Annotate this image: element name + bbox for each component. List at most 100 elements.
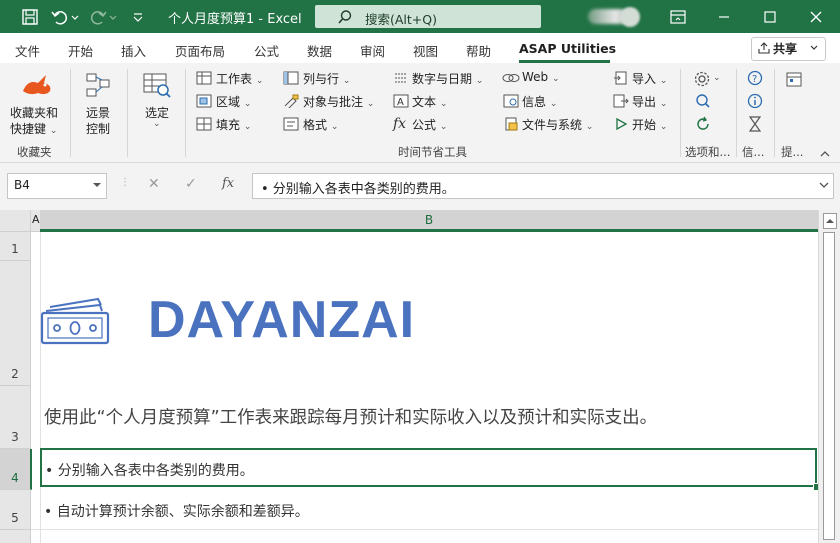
- tab-home[interactable]: 开始: [68, 41, 93, 60]
- chevron-down-icon: ⌄: [713, 73, 721, 83]
- information-icon[interactable]: [747, 93, 763, 109]
- refresh-icon[interactable]: [695, 116, 711, 132]
- more-options-icon[interactable]: ⋮: [120, 177, 130, 188]
- select-all-corner[interactable]: [0, 210, 31, 232]
- play-icon: [614, 117, 628, 131]
- group-separator: [127, 69, 128, 157]
- favorites-label-2[interactable]: 快捷键 ⌄: [10, 120, 57, 137]
- column-header-b[interactable]: B: [40, 210, 818, 232]
- chevron-down-icon: [809, 43, 819, 53]
- remote-control-icon[interactable]: [84, 71, 112, 99]
- group-separator: [185, 69, 186, 157]
- ribbon-fill[interactable]: 填充 ⌄: [216, 116, 251, 133]
- ribbon-file-system[interactable]: 文件与系统 ⌄: [522, 116, 593, 133]
- ribbon-worksheet[interactable]: 工作表 ⌄: [216, 70, 263, 87]
- ribbon-tabs: 文件 开始 插入 页面布局 公式 数据 审阅 视图 帮助 ASAP Utilit…: [0, 33, 840, 63]
- formula-icon: fx: [393, 116, 407, 132]
- undo-icon[interactable]: [50, 7, 70, 27]
- insert-function-icon[interactable]: fx: [222, 176, 234, 191]
- group-info: 信...: [742, 145, 765, 159]
- cell-b5-text[interactable]: • 自动计算预计余额、实际余额和差额异。: [44, 501, 309, 521]
- ribbon-info[interactable]: 信息 ⌄: [522, 93, 557, 110]
- collapse-ribbon-icon[interactable]: [818, 149, 832, 159]
- chevron-down-icon[interactable]: [92, 180, 102, 190]
- tab-review[interactable]: 审阅: [360, 41, 385, 60]
- remote-label-1[interactable]: 远景: [86, 104, 110, 121]
- gear-icon[interactable]: [693, 70, 711, 88]
- columns-rows-icon: [283, 71, 299, 85]
- tab-help[interactable]: 帮助: [466, 41, 491, 60]
- redo-dropdown-icon[interactable]: [108, 7, 118, 27]
- name-box[interactable]: B4: [7, 173, 107, 199]
- hourglass-icon[interactable]: [748, 116, 762, 132]
- favorites-icon[interactable]: [20, 71, 54, 99]
- avatar[interactable]: [620, 7, 640, 27]
- ribbon-text[interactable]: 文本 ⌄: [412, 93, 447, 110]
- ribbon-format[interactable]: 格式 ⌄: [303, 116, 338, 133]
- vertical-scrollbar[interactable]: [818, 210, 840, 543]
- tab-insert[interactable]: 插入: [121, 41, 146, 60]
- worksheet-icon: [196, 71, 212, 85]
- remote-label-2[interactable]: 控制: [86, 120, 110, 137]
- file-system-icon: [503, 117, 519, 131]
- format-icon: [283, 117, 299, 131]
- enter-icon[interactable]: ✓: [185, 176, 197, 192]
- row-header-3[interactable]: 3: [0, 386, 31, 449]
- ribbon-start[interactable]: 开始 ⌄: [632, 116, 667, 133]
- row-header-1[interactable]: 1: [0, 232, 31, 261]
- row-header-2[interactable]: 2: [0, 261, 31, 386]
- svg-text:?: ?: [752, 74, 757, 85]
- favorites-label-1[interactable]: 收藏夹和: [10, 104, 58, 121]
- ribbon-columns-rows[interactable]: 列与行 ⌄: [303, 70, 350, 87]
- column-headers: A B: [0, 210, 840, 232]
- ribbon-display-icon[interactable]: [668, 7, 688, 27]
- numbers-dates-icon: [393, 71, 409, 85]
- tab-data[interactable]: 数据: [307, 41, 332, 60]
- group-separator: [736, 69, 737, 157]
- search-icon: [337, 9, 353, 25]
- group-tips: 提...: [781, 145, 804, 159]
- sheet-description[interactable]: 使用此“个人月度预算”工作表来跟踪每月预计和实际收入以及预计和实际支出。: [44, 404, 657, 429]
- ribbon-objects-comments[interactable]: 对象与批注 ⌄: [303, 93, 374, 110]
- column-a-cells[interactable]: [31, 232, 41, 543]
- tab-formulas[interactable]: 公式: [254, 41, 279, 60]
- calendar-icon[interactable]: [785, 70, 803, 88]
- tab-view[interactable]: 视图: [413, 41, 438, 60]
- cell-b4-text: • 分别输入各表中各类别的费用。: [45, 463, 254, 479]
- ribbon-web[interactable]: Web ⌄: [522, 70, 560, 84]
- redo-icon[interactable]: [88, 7, 108, 27]
- cancel-icon[interactable]: ✕: [148, 176, 160, 192]
- ribbon-formula[interactable]: 公式 ⌄: [412, 116, 447, 133]
- info-icon: [503, 94, 519, 108]
- scrollbar-thumb[interactable]: [823, 232, 835, 540]
- ribbon-import[interactable]: 导入 ⌄: [632, 70, 667, 87]
- share-button[interactable]: 共享: [751, 37, 826, 61]
- search-box[interactable]: 搜索(Alt+Q): [315, 5, 541, 28]
- row-header-5[interactable]: 5: [0, 490, 31, 530]
- share-icon: [757, 41, 771, 55]
- select-icon[interactable]: [142, 71, 172, 99]
- ribbon: 收藏夹和 快捷键 ⌄ 收藏夹 远景 控制 选定 ⌄ 工作表 ⌄ 区域 ⌄ 填充 …: [0, 63, 840, 163]
- customize-toolbar-icon[interactable]: [128, 7, 148, 27]
- expand-formula-icon[interactable]: [819, 180, 829, 190]
- help-icon[interactable]: ?: [747, 70, 763, 86]
- close-icon[interactable]: [806, 7, 826, 27]
- ribbon-range[interactable]: 区域 ⌄: [216, 93, 251, 110]
- maximize-icon[interactable]: [760, 7, 780, 27]
- save-icon[interactable]: [20, 7, 40, 27]
- find-run-icon[interactable]: [695, 93, 711, 109]
- row-header-6[interactable]: [0, 530, 31, 543]
- tab-page-layout[interactable]: 页面布局: [175, 41, 225, 60]
- minimize-icon[interactable]: [714, 7, 734, 27]
- group-separator: [70, 69, 71, 157]
- tab-asap-utilities[interactable]: ASAP Utilities: [519, 41, 616, 56]
- undo-dropdown-icon[interactable]: [70, 7, 80, 27]
- row-header-4[interactable]: 4: [0, 449, 32, 490]
- scroll-up-button[interactable]: [823, 213, 837, 229]
- selected-cell-b4[interactable]: • 分别输入各表中各类别的费用。: [40, 448, 821, 491]
- ribbon-export[interactable]: 导出 ⌄: [632, 93, 667, 110]
- ribbon-numbers-dates[interactable]: 数字与日期 ⌄: [412, 70, 483, 87]
- tab-file[interactable]: 文件: [15, 41, 40, 60]
- formula-input[interactable]: • 分别输入各表中各类别的费用。: [252, 173, 834, 199]
- web-icon: [502, 71, 520, 85]
